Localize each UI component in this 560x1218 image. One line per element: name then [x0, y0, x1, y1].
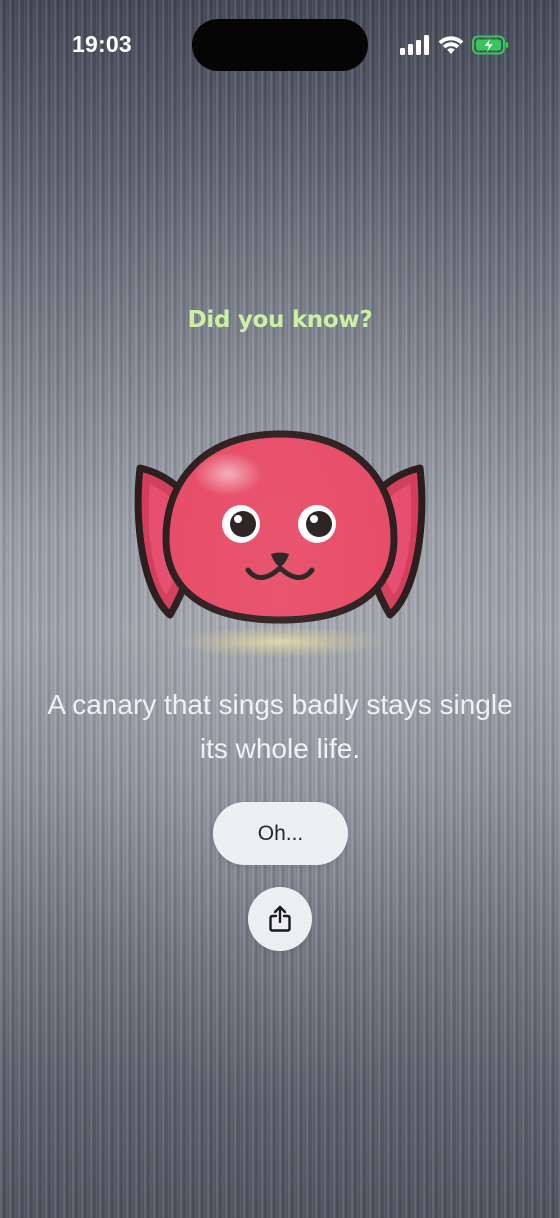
dismiss-button[interactable]: Oh...: [213, 802, 348, 865]
status-bar: 19:03: [0, 0, 560, 92]
fact-text: A canary that sings badly stays single i…: [47, 689, 513, 764]
dynamic-island: [192, 19, 368, 71]
fact-headline: Did you know?: [187, 307, 373, 333]
cellular-signal-icon: [400, 35, 430, 55]
status-icons: [400, 34, 510, 56]
share-icon: [267, 905, 293, 933]
share-button[interactable]: [248, 887, 312, 951]
status-time: 19:03: [72, 31, 132, 57]
battery-charging-icon: [472, 35, 510, 55]
pink-cat-mascot: [130, 420, 430, 670]
wifi-icon: [438, 35, 464, 55]
fact-screen: 19:03 Did you know? A canary that sings …: [0, 0, 560, 1218]
